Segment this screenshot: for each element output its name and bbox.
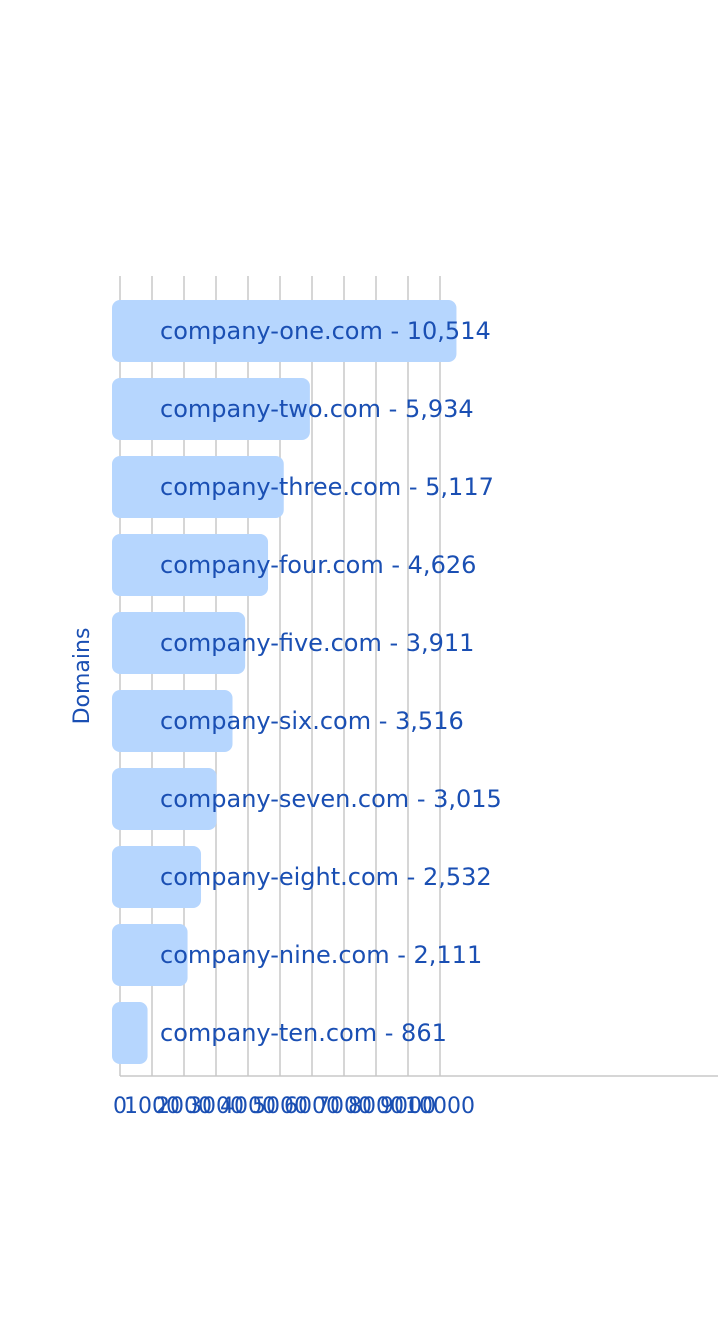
data-label-4: company-four.com - 4,626 [160,551,476,579]
chart-container: 0 1000 2000 3000 4000 5000 6000 7000 8000 9000 100… [0,0,718,1334]
data-label-9: company-nine.com - 2,111 [160,941,482,969]
x-axis: 0100020003000400050006000700080009000100… [113,1075,718,1119]
x-tick-label-10: 10000 [405,1094,475,1119]
domains-bar-chart: 0100020003000400050006000700080009000100… [70,276,718,1119]
data-label-2: company-two.com - 5,934 [160,395,474,423]
data-label-5: company-five.com - 3,911 [160,629,474,657]
y-axis-title: Domains [70,628,95,725]
data-label-6: company-six.com - 3,516 [160,707,464,735]
data-label-7: company-seven.com - 3,015 [160,785,502,813]
bar-10[interactable] [112,1002,148,1064]
data-label-10: company-ten.com - 861 [160,1019,447,1047]
data-label-1: company-one.com - 10,514 [160,317,491,345]
data-label-3: company-three.com - 5,117 [160,473,494,501]
data-label-8: company-eight.com - 2,532 [160,863,492,891]
